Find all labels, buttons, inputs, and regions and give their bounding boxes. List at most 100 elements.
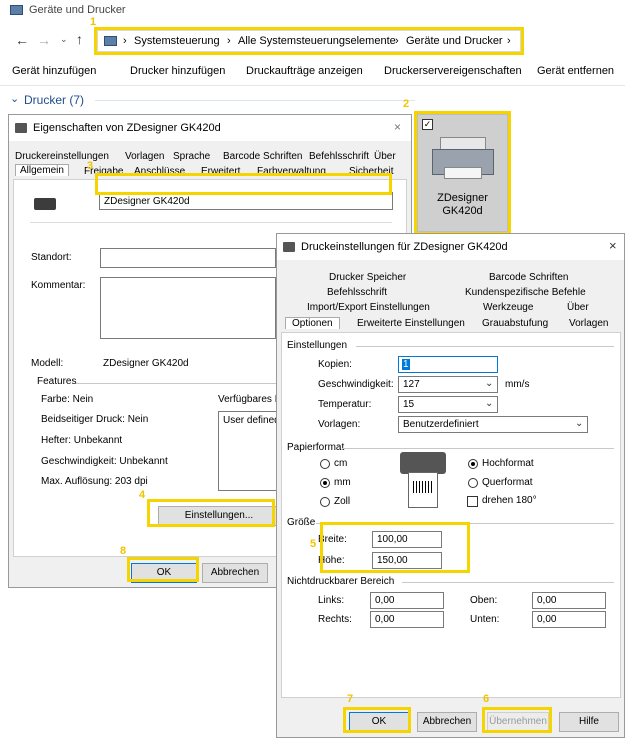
tab-barcode-fonts[interactable]: Barcode Schriften [489,272,569,283]
features-label: Features [37,376,77,387]
speed-select[interactable]: 127 ⌄ [398,376,498,393]
dialog-title: Eigenschaften von ZDesigner GK420d [33,122,221,134]
comment-label: Kommentar: [31,280,86,291]
left-margin-field[interactable]: 0,00 [370,592,444,609]
tab-options[interactable]: Optionen [285,317,340,329]
add-device-button[interactable]: Gerät hinzufügen [12,65,96,77]
chevron-down-icon: ⌄ [485,398,494,409]
tab-about[interactable]: Über [567,302,589,313]
prefs-tabs-row4: Optionen Erweiterte Einstellungen Grauab… [277,317,624,332]
model-value: ZDesigner GK420d [103,358,189,369]
unit-inch-radio[interactable] [320,497,330,507]
unit-cm-radio[interactable] [320,459,330,469]
highlight-device [414,111,511,235]
location-label: Standort: [31,252,72,263]
tab-templates[interactable]: Vorlagen [125,151,164,162]
top-margin-field[interactable]: 0,00 [532,592,606,609]
feature-speed: Geschwindigkeit: Unbekannt [41,456,168,467]
available-paper-list[interactable]: User defined [218,411,280,491]
unit-inch-label: Zoll [334,496,351,507]
right-margin-field[interactable]: 0,00 [370,611,444,628]
tab-printer-settings[interactable]: Druckereinstellungen [15,151,109,162]
template-label: Vorlagen: [318,419,361,430]
bottom-margin-field[interactable]: 0,00 [532,611,606,628]
paper-format-line [342,448,614,449]
chevron-down-icon: ⌄ [575,418,584,429]
back-arrow-icon[interactable]: ← [15,32,29,48]
unit-mm-label: mm [334,477,351,488]
copies-label: Kopien: [318,359,352,370]
feature-duplex: Beidseitiger Druck: Nein [41,414,149,425]
tab-command-font[interactable]: Befehlsschrift [309,151,369,162]
settings-group-line [356,346,614,347]
tab-command-font[interactable]: Befehlsschrift [327,287,387,298]
tab-barcode-fonts[interactable]: Barcode Schriften [223,151,303,162]
callout-6: 6 [483,693,490,705]
available-paper-label: Verfügbares P [218,394,282,405]
nonprintable-group-label: Nichtdruckbarer Bereich [287,576,395,587]
recent-dropdown-icon[interactable]: ⌄ [60,34,68,45]
tab-language[interactable]: Sprache [173,151,210,162]
forward-arrow-icon[interactable]: → [37,32,51,48]
divider [95,100,415,101]
size-group-label: Größe [287,517,316,528]
dialog-titlebar: Eigenschaften von ZDesigner GK420d × [9,115,411,141]
template-select[interactable]: Benutzerdefiniert ⌄ [398,416,588,433]
close-icon[interactable]: × [394,120,401,134]
divider [0,85,625,86]
chevron-down-icon: ⌄ [485,378,494,389]
feature-color: Farbe: Nein [41,394,94,405]
divider [30,222,392,223]
tab-extended-settings[interactable]: Erweiterte Einstellungen [357,318,465,329]
tab-about[interactable]: Über [374,151,396,162]
temperature-select[interactable]: 15 ⌄ [398,396,498,413]
landscape-label: Querformat [482,477,533,488]
window-title: Geräte und Drucker [29,4,126,16]
close-icon[interactable]: × [609,238,617,253]
settings-group-label: Einstellungen [287,340,348,351]
callout-3: 3 [87,160,94,172]
highlight-address [94,27,524,55]
rotate-label: drehen 180° [482,495,537,506]
prefs-tabs-row2: Befehlsschrift Kundenspezifische Befehle [277,287,624,300]
tab-general[interactable]: Allgemein [15,164,69,176]
rotate-checkbox[interactable] [467,496,478,507]
printers-group-header[interactable]: Drucker (7) [24,93,84,107]
comment-field[interactable] [100,277,276,339]
bottom-margin-label: Unten: [470,614,500,625]
top-margin-label: Oben: [470,595,498,606]
props-tabs-row1: Druckereinstellungen Vorlagen Sprache Ba… [9,151,411,165]
tab-templates[interactable]: Vorlagen [569,318,608,329]
add-printer-button[interactable]: Drucker hinzufügen [130,65,225,77]
preferences-dialog: Druckeinstellungen für ZDesigner GK420d … [276,233,625,738]
prefs-cancel-button[interactable]: Abbrechen [417,712,477,732]
location-field[interactable] [100,248,276,268]
prefs-tabs-row1: Drucker Speicher Barcode Schriften [277,272,624,285]
chevron-down-icon[interactable]: ⌄ [10,92,19,105]
print-jobs-button[interactable]: Druckaufträge anzeigen [246,65,363,77]
remove-device-button[interactable]: Gerät entfernen [537,65,614,77]
highlight-name-field [95,173,392,195]
model-label: Modell: [31,358,64,369]
portrait-radio[interactable] [468,459,478,469]
landscape-radio[interactable] [468,478,478,488]
prefs-help-button[interactable]: Hilfe [559,712,619,732]
command-bar: Gerät hinzufügen Drucker hinzufügen Druc… [0,65,625,81]
highlight-settings-button [147,499,275,527]
tab-grayscale[interactable]: Grauabstufung [482,318,548,329]
server-properties-button[interactable]: Druckerservereigenschaften [384,65,522,77]
unit-mm-radio[interactable] [320,478,330,488]
props-cancel-button[interactable]: Abbrechen [202,563,268,583]
left-margin-label: Links: [318,595,345,606]
feature-resolution: Max. Auflösung: 203 dpi [41,476,148,487]
prefs-page: Einstellungen Kopien: 1 Geschwindigkeit:… [281,332,621,698]
tab-custom-commands[interactable]: Kundenspezifische Befehle [465,287,586,298]
paper-list-item[interactable]: User defined [223,415,280,426]
up-arrow-icon[interactable]: ↑ [76,31,83,47]
tab-printer-memory[interactable]: Drucker Speicher [329,272,406,283]
devices-printers-icon [10,5,23,15]
feature-stapler: Hefter: Unbekannt [41,435,123,446]
copies-field[interactable]: 1 [398,356,498,373]
tab-import-export[interactable]: Import/Export Einstellungen [307,302,430,313]
tab-tools[interactable]: Werkzeuge [483,302,533,313]
